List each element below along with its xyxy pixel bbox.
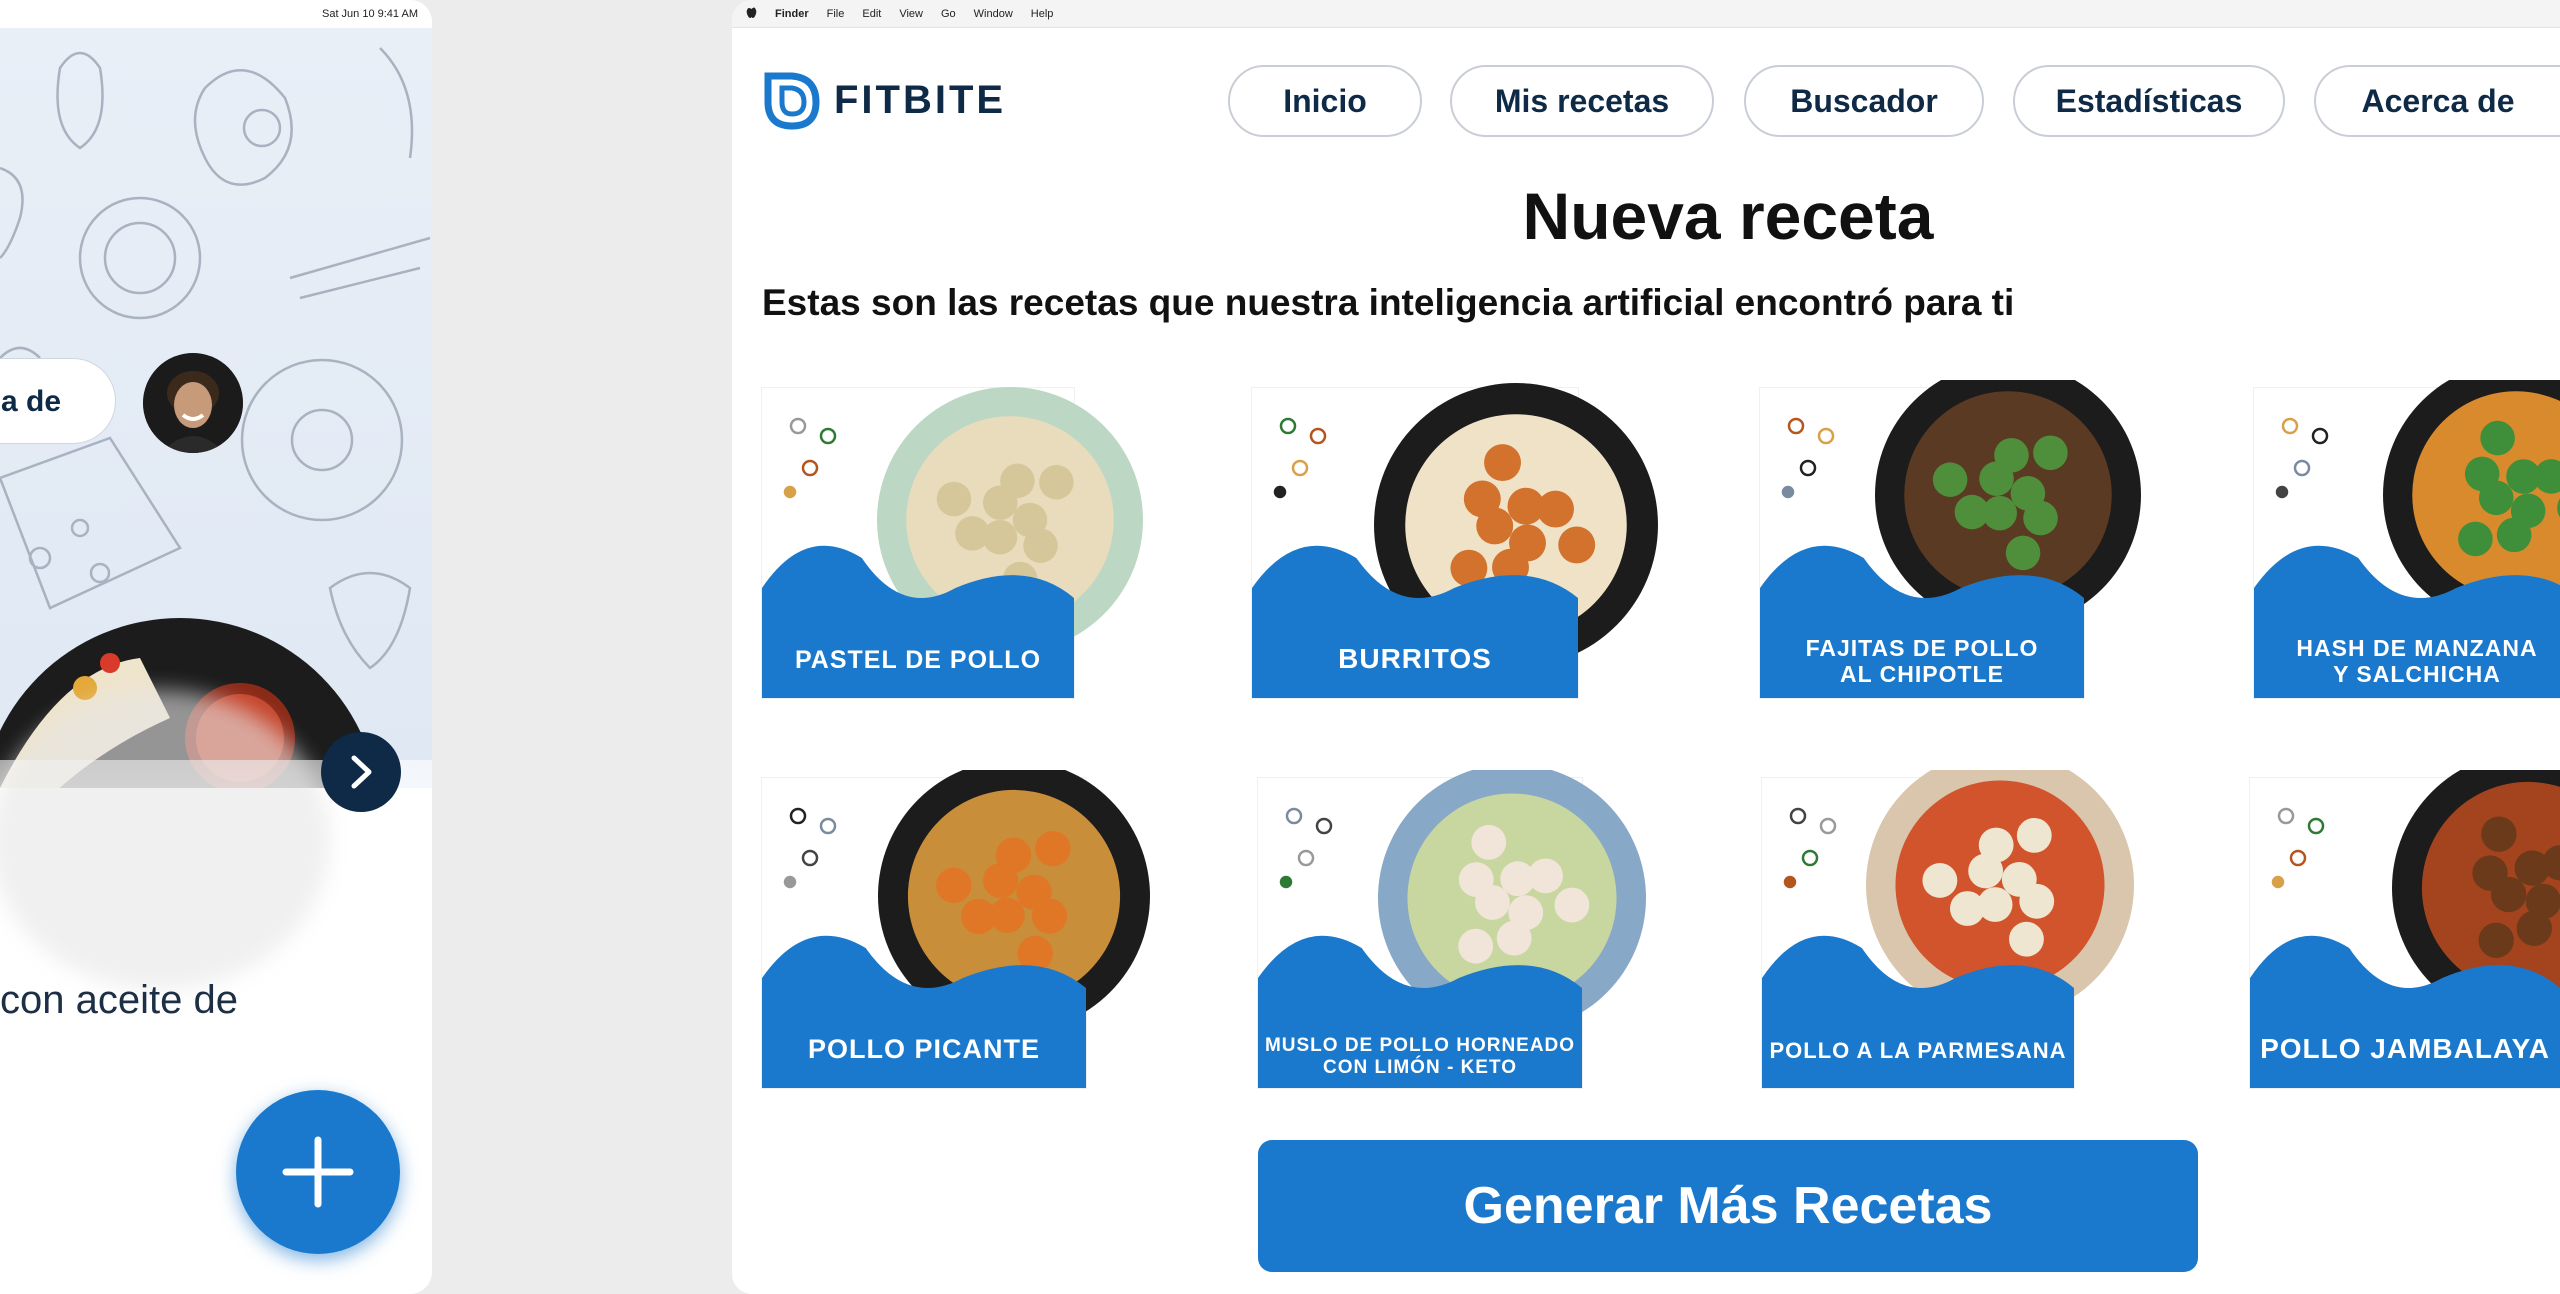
recipe-card-title-line2: CON LIMÓN - KETO xyxy=(1322,1056,1518,1078)
menubar-view[interactable]: View xyxy=(899,8,923,20)
recipe-card-title: POLLO PICANTE xyxy=(762,1034,1086,1064)
recipe-card-title-line1: POLLO A LA PARMESANA xyxy=(1769,1038,2067,1064)
nav-mis-recetas[interactable]: Mis recetas xyxy=(1450,65,1714,137)
fitbite-logo-icon xyxy=(764,72,820,130)
recipe-card[interactable]: POLLO PICANTE xyxy=(762,770,1150,1088)
page-title: Nueva receta xyxy=(1522,179,1934,253)
tablet-hero: a de xyxy=(0,28,432,788)
menubar-help[interactable]: Help xyxy=(1031,8,1054,20)
nav-inicio[interactable]: Inicio xyxy=(1228,65,1422,137)
generate-more-recipes-button[interactable]: Generar Más Recetas xyxy=(1258,1140,2198,1272)
recipe-card-title-line1: POLLO JAMBALAYA xyxy=(2260,1032,2550,1064)
page-subtitle: Estas son las recetas que nuestra inteli… xyxy=(762,282,2015,323)
apple-icon[interactable] xyxy=(746,6,757,22)
recipe-card-title-line2: Y SALCHICHA xyxy=(2333,661,2501,688)
recipe-card-title: HASH DE MANZANA Y SALCHICHA xyxy=(2254,636,2560,688)
recipe-card[interactable]: POLLO A LA PARMESANA xyxy=(1762,770,2134,1088)
recipe-card-title-line1: PASTEL DE POLLO xyxy=(794,646,1042,674)
nav-buscador[interactable]: Buscador xyxy=(1744,65,1984,137)
menubar-file[interactable]: File xyxy=(827,8,845,20)
plus-icon xyxy=(282,1136,354,1208)
next-button[interactable] xyxy=(321,732,401,812)
fitbite-logo[interactable]: FITBITE xyxy=(762,70,1006,130)
recipe-card-title: PASTEL DE POLLO xyxy=(762,646,1074,674)
recipe-card-title: FAJITAS DE POLLO AL CHIPOTLE xyxy=(1760,636,2084,688)
recipe-description-partial: con aceite de xyxy=(0,978,238,1022)
browser-window: Finder File Edit View Go Window Help FIT… xyxy=(732,0,2560,1294)
recipe-card-title: POLLO JAMBALAYA xyxy=(2250,1033,2560,1064)
recipe-card-title-line1: POLLO PICANTE xyxy=(807,1033,1040,1064)
recipe-card[interactable]: FAJITAS DE POLLO AL CHIPOTLE xyxy=(1760,380,2141,698)
add-recipe-button[interactable] xyxy=(236,1090,400,1254)
category-pill-partial[interactable]: a de xyxy=(0,358,116,444)
logo-text: FITBITE xyxy=(834,77,1007,122)
recipe-card[interactable]: MUSLO DE POLLO HORNEADO CON LIMÓN - KETO xyxy=(1258,770,1646,1088)
recipe-card[interactable]: HASH DE MANZANA Y SALCHICHA xyxy=(2254,380,2560,698)
nav-acerca-de[interactable]: Acerca de xyxy=(2314,65,2560,137)
menubar-window[interactable]: Window xyxy=(974,8,1013,20)
recipe-card[interactable]: PASTEL DE POLLO xyxy=(762,380,1143,698)
recipe-card-title: MUSLO DE POLLO HORNEADO CON LIMÓN - KETO xyxy=(1258,1035,1582,1078)
recipe-card-title-line2: AL CHIPOTLE xyxy=(1840,661,2004,688)
recipe-card[interactable]: BURRITOS xyxy=(1252,380,1658,698)
chevron-right-icon xyxy=(351,755,372,789)
recipe-card-title: POLLO A LA PARMESANA xyxy=(1762,1039,2074,1064)
menubar-go[interactable]: Go xyxy=(941,8,956,20)
recipe-card-title-line1: FAJITAS DE POLLO xyxy=(1805,635,2039,662)
avatar-portrait xyxy=(143,353,243,453)
menubar-edit[interactable]: Edit xyxy=(862,8,881,20)
recipe-card-title: BURRITOS xyxy=(1252,643,1578,674)
nav-estadisticas[interactable]: Estadísticas xyxy=(2013,65,2285,137)
recipe-card-title-line1: MUSLO DE POLLO HORNEADO xyxy=(1264,1035,1576,1057)
avatar[interactable] xyxy=(143,353,243,453)
tablet-status-bar: Sat Jun 10 9:41 AM xyxy=(0,0,432,28)
recipe-card[interactable]: POLLO JAMBALAYA xyxy=(2250,770,2560,1088)
blurred-plate-image xyxy=(0,690,330,990)
menubar-finder[interactable]: Finder xyxy=(775,8,809,20)
mac-menubar: Finder File Edit View Go Window Help xyxy=(732,0,2560,28)
recipe-card-title-line1: BURRITOS xyxy=(1338,642,1492,674)
recipe-card-title-line1: HASH DE MANZANA xyxy=(2296,635,2538,662)
tablet-screen: Sat Jun 10 9:41 AM a de con aceite de xyxy=(0,0,432,1294)
